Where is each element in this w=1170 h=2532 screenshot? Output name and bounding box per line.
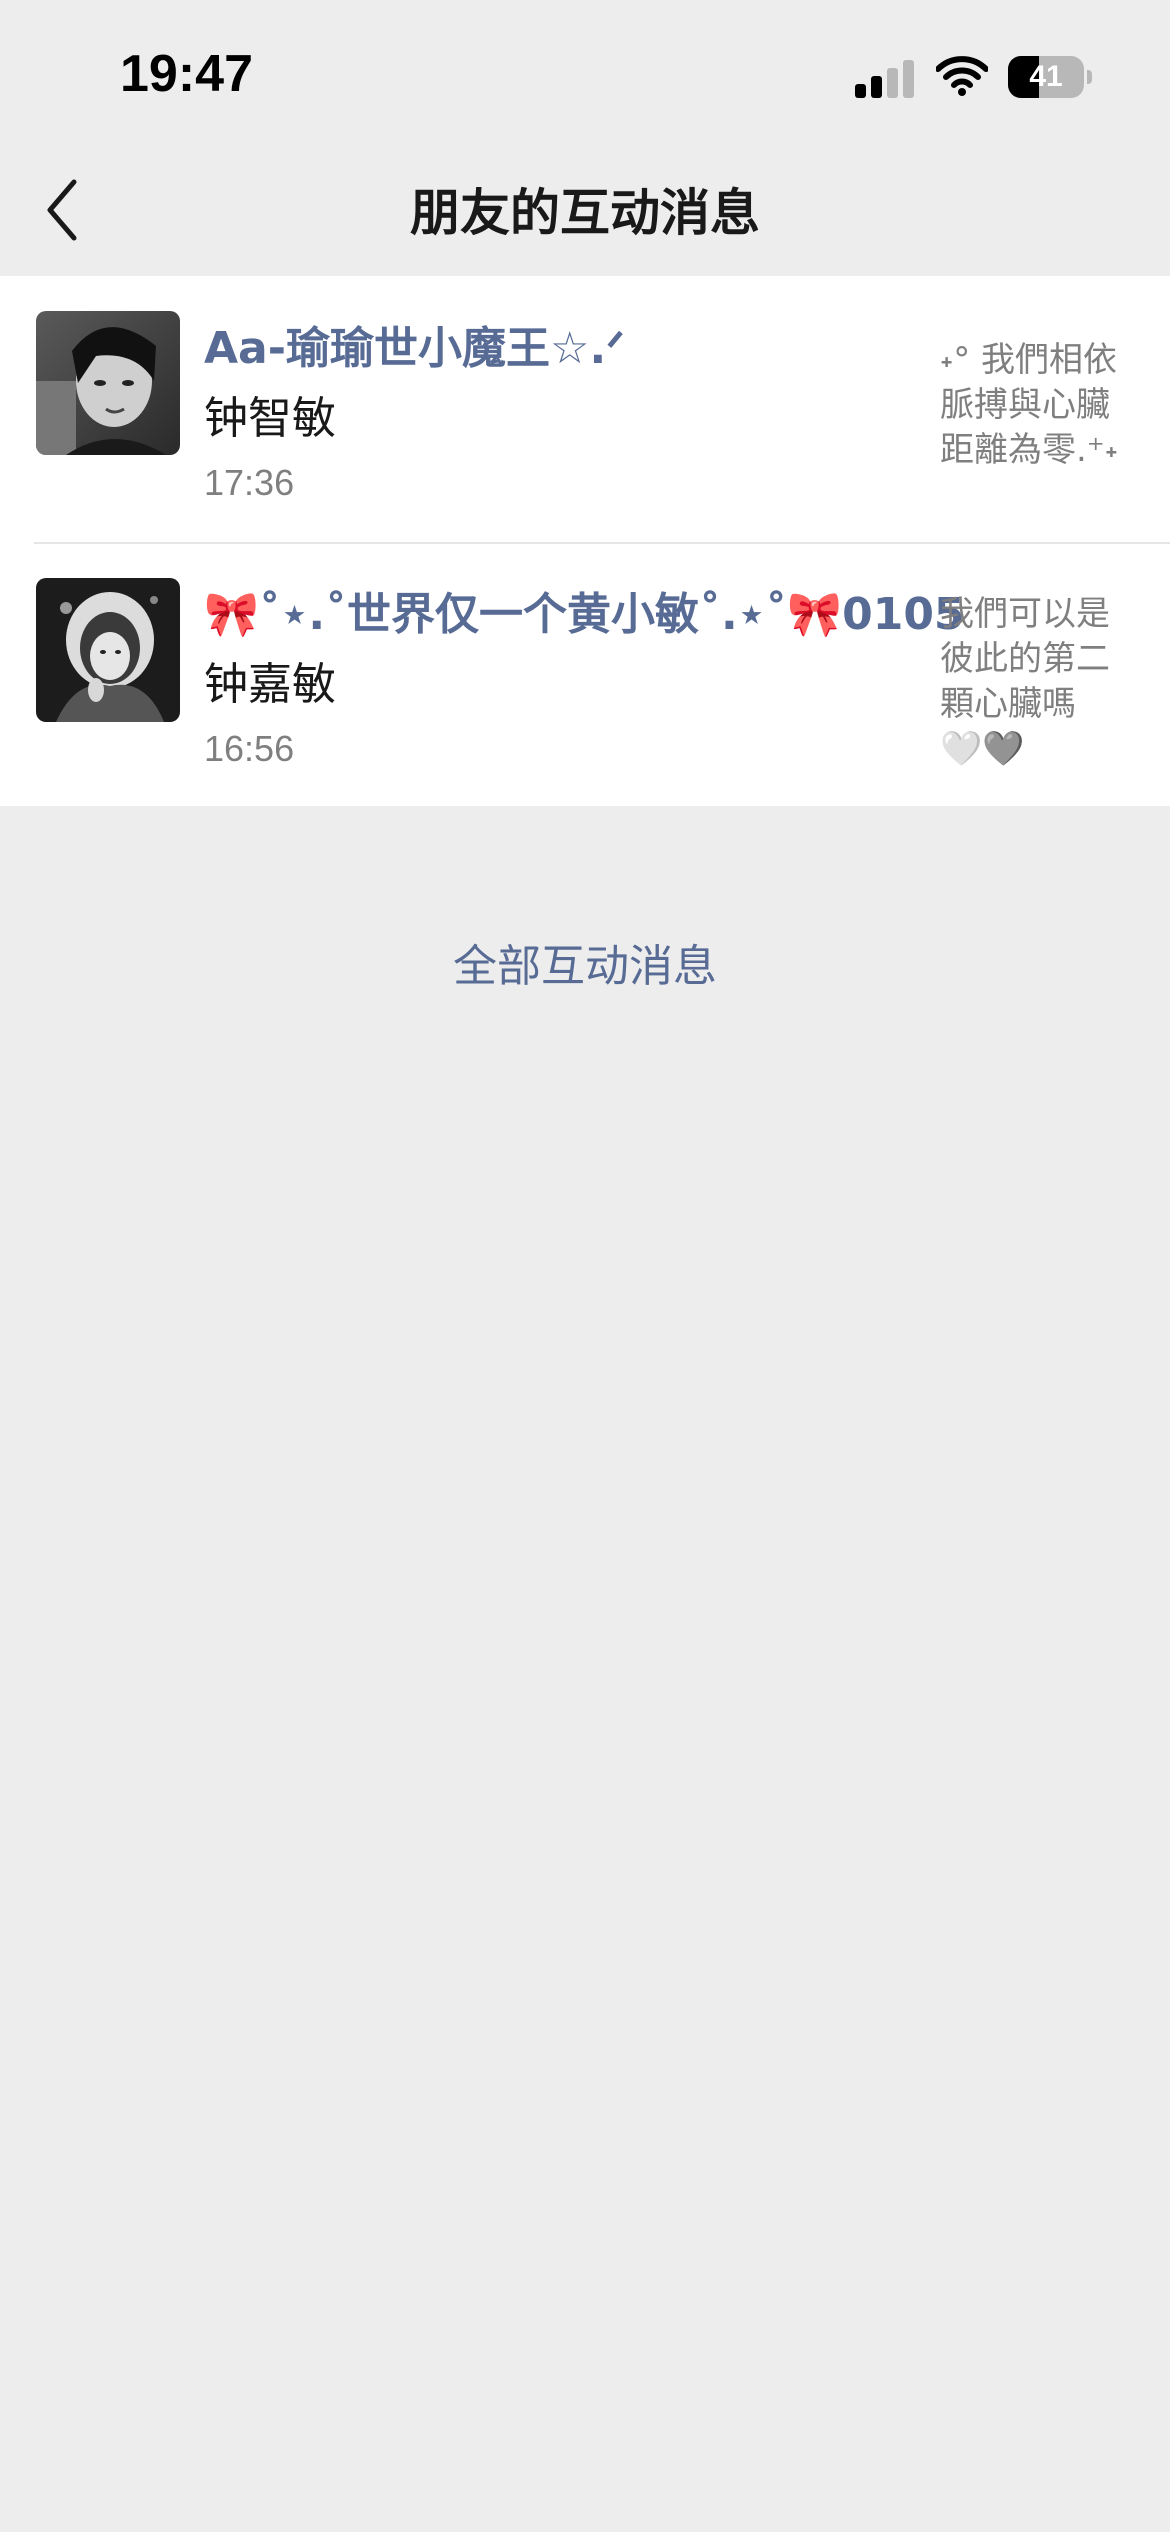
preview-line: 距離為零.⁺˖ <box>940 430 1119 470</box>
remark-name: 钟嘉敏 <box>204 659 336 710</box>
chevron-left-icon <box>47 179 77 241</box>
status-time: 19:47 <box>120 45 253 103</box>
message-item[interactable]: 🎀˚⋆.˚世界仅一个黄小敏˚.⋆˚🎀0105 钟嘉敏 16:56 我們可以是 彼… <box>0 542 1170 806</box>
avatar[interactable] <box>36 578 180 722</box>
remark-name: 钟智敏 <box>204 393 336 444</box>
preview-line: 顆心臟嗎 <box>940 684 1076 724</box>
battery-level: 41 <box>1029 60 1063 93</box>
status-bar: 19:47 41 <box>0 0 1170 150</box>
message-time: 17:36 <box>204 462 295 503</box>
nav-bar: 朋友的互动消息 <box>0 150 1170 276</box>
page-title: 朋友的互动消息 <box>410 184 760 242</box>
preview-line: 彼此的第二 <box>940 639 1110 679</box>
message-list: Aa-瑜瑜世小魔王☆.ᐟ 钟智敏 17:36 ˖° 我們相依 脈搏與心臟 距離為… <box>0 276 1170 806</box>
all-messages-link[interactable]: 全部互动消息 <box>0 930 1170 994</box>
message-time: 16:56 <box>204 728 295 769</box>
back-button[interactable] <box>30 170 100 250</box>
nickname[interactable]: Aa-瑜瑜世小魔王☆.ᐟ <box>204 312 625 376</box>
preview-line: ˖° 我們相依 <box>940 340 1118 380</box>
message-preview: 我們可以是 彼此的第二 顆心臟嗎 🤍🩶 <box>940 592 1140 772</box>
wifi-icon <box>935 56 989 96</box>
message-preview: ˖° 我們相依 脈搏與心臟 距離為零.⁺˖ <box>940 338 1140 473</box>
preview-line: 脈搏與心臟 <box>940 385 1110 425</box>
message-item[interactable]: Aa-瑜瑜世小魔王☆.ᐟ 钟智敏 17:36 ˖° 我們相依 脈搏與心臟 距離為… <box>0 276 1170 544</box>
cellular-signal-icon <box>855 60 915 98</box>
preview-line: 我們可以是 <box>940 594 1110 634</box>
avatar[interactable] <box>36 311 180 455</box>
preview-line: 🤍🩶 <box>940 729 1025 769</box>
battery-icon: 41 <box>1008 56 1092 98</box>
nickname[interactable]: 🎀˚⋆.˚世界仅一个黄小敏˚.⋆˚🎀0105 <box>204 578 965 642</box>
